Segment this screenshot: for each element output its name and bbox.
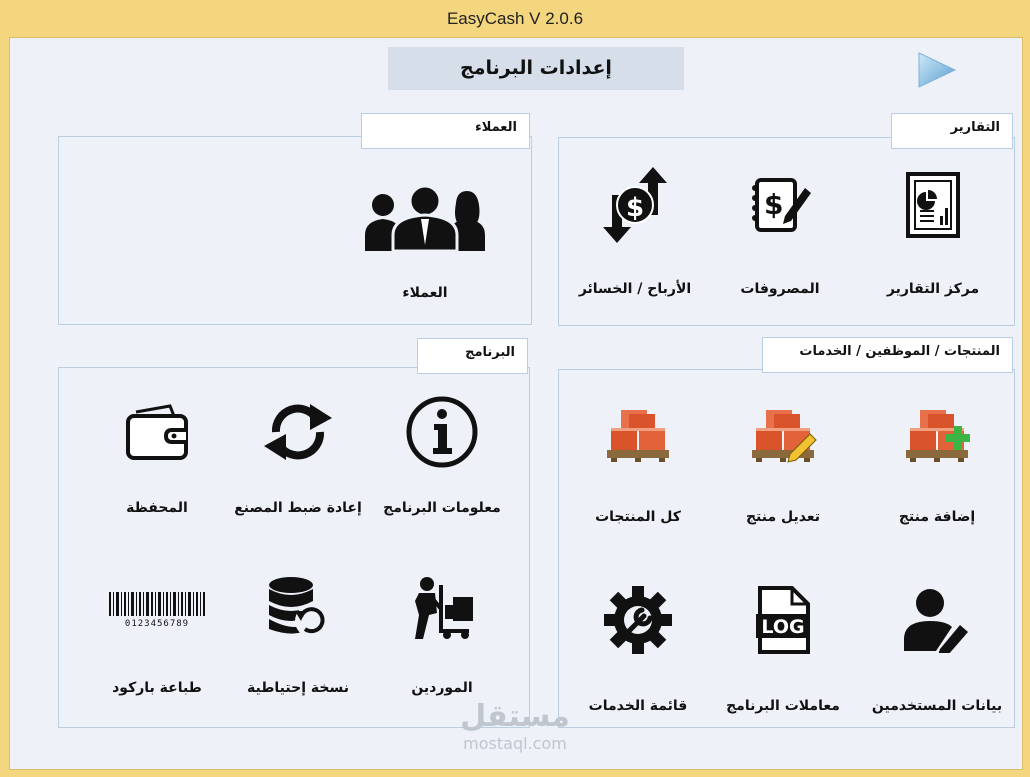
profit-loss-button[interactable]: $ الأرباح / الخسائر (560, 165, 710, 297)
expenses-label: المصروفات (740, 281, 820, 297)
factory-reset-label: إعادة ضبط المصنع (234, 500, 362, 516)
svg-text:$: $ (626, 193, 644, 223)
program-logs-button[interactable]: LOG معاملات البرنامج (708, 580, 858, 714)
suppliers-button[interactable]: الموردين (367, 568, 517, 696)
expenses-icon: $ (705, 165, 855, 245)
all-products-label: كل المنتجات (595, 509, 681, 525)
report-icon (858, 165, 1008, 245)
all-products-icon (563, 395, 713, 475)
customers-icon (350, 175, 500, 255)
backup-button[interactable]: نسخة إحتياطية (223, 568, 373, 696)
edit-product-label: تعديل منتج (745, 509, 821, 525)
svg-text:$: $ (764, 188, 783, 221)
program-panel-title: البرنامج (417, 338, 528, 374)
watermark-latin: mostaql.com (463, 734, 567, 753)
services-list-label: قائمة الخدمات (588, 698, 688, 714)
forward-arrow-icon[interactable] (916, 50, 958, 90)
barcode-icon: 0123456789 (82, 568, 232, 648)
backup-label: نسخة إحتياطية (247, 680, 349, 696)
print-barcode-button[interactable]: 0123456789 طباعة باركود (82, 568, 232, 696)
products-panel-title: المنتجات / الموظفين / الخدمات (762, 337, 1013, 373)
profit-loss-label: الأرباح / الخسائر (578, 281, 692, 297)
supplier-cart-icon (367, 568, 517, 648)
reports-center-label: مركز التقارير (886, 281, 980, 297)
customers-label: العملاء (402, 285, 448, 301)
log-file-icon: LOG (708, 580, 858, 660)
wallet-label: المحفظة (126, 500, 188, 516)
reports-panel-title: التقارير (891, 113, 1013, 149)
database-backup-icon (223, 568, 373, 648)
print-barcode-label: طباعة باركود (112, 680, 202, 696)
factory-reset-button[interactable]: إعادة ضبط المصنع (223, 392, 373, 516)
program-info-label: معلومات البرنامج (383, 500, 501, 516)
customers-button[interactable]: العملاء (350, 175, 500, 301)
wallet-button[interactable]: المحفظة (82, 392, 232, 516)
expenses-button[interactable]: $ المصروفات (705, 165, 855, 297)
wallet-icon (82, 392, 232, 472)
edit-product-button[interactable]: تعديل منتج (708, 395, 858, 525)
svg-text:LOG: LOG (761, 616, 804, 638)
suppliers-label: الموردين (411, 680, 473, 696)
customers-panel-title: العملاء (361, 113, 530, 149)
watermark: مستقل mostaql.com (450, 699, 580, 754)
users-data-label: بيانات المستخدمين (871, 698, 1003, 714)
info-icon (367, 392, 517, 472)
user-edit-icon (862, 580, 1012, 660)
reports-center-button[interactable]: مركز التقارير (858, 165, 1008, 297)
program-info-button[interactable]: معلومات البرنامج (367, 392, 517, 516)
program-logs-label: معاملات البرنامج (726, 698, 840, 714)
add-product-button[interactable]: إضافة منتج (862, 395, 1012, 525)
page-title: إعدادات البرنامج (388, 47, 684, 90)
refresh-icon (223, 392, 373, 472)
services-gear-icon (563, 580, 713, 660)
services-list-button[interactable]: قائمة الخدمات (563, 580, 713, 714)
window-title: EasyCash V 2.0.6 (446, 9, 584, 28)
users-data-button[interactable]: بيانات المستخدمين (862, 580, 1012, 714)
watermark-arabic: مستقل (460, 699, 570, 734)
add-product-label: إضافة منتج (898, 509, 976, 525)
barcode-digits: 0123456789 (125, 619, 189, 628)
edit-product-icon (708, 395, 858, 475)
profit-loss-icon: $ (560, 165, 710, 245)
add-product-icon (862, 395, 1012, 475)
all-products-button[interactable]: كل المنتجات (563, 395, 713, 525)
